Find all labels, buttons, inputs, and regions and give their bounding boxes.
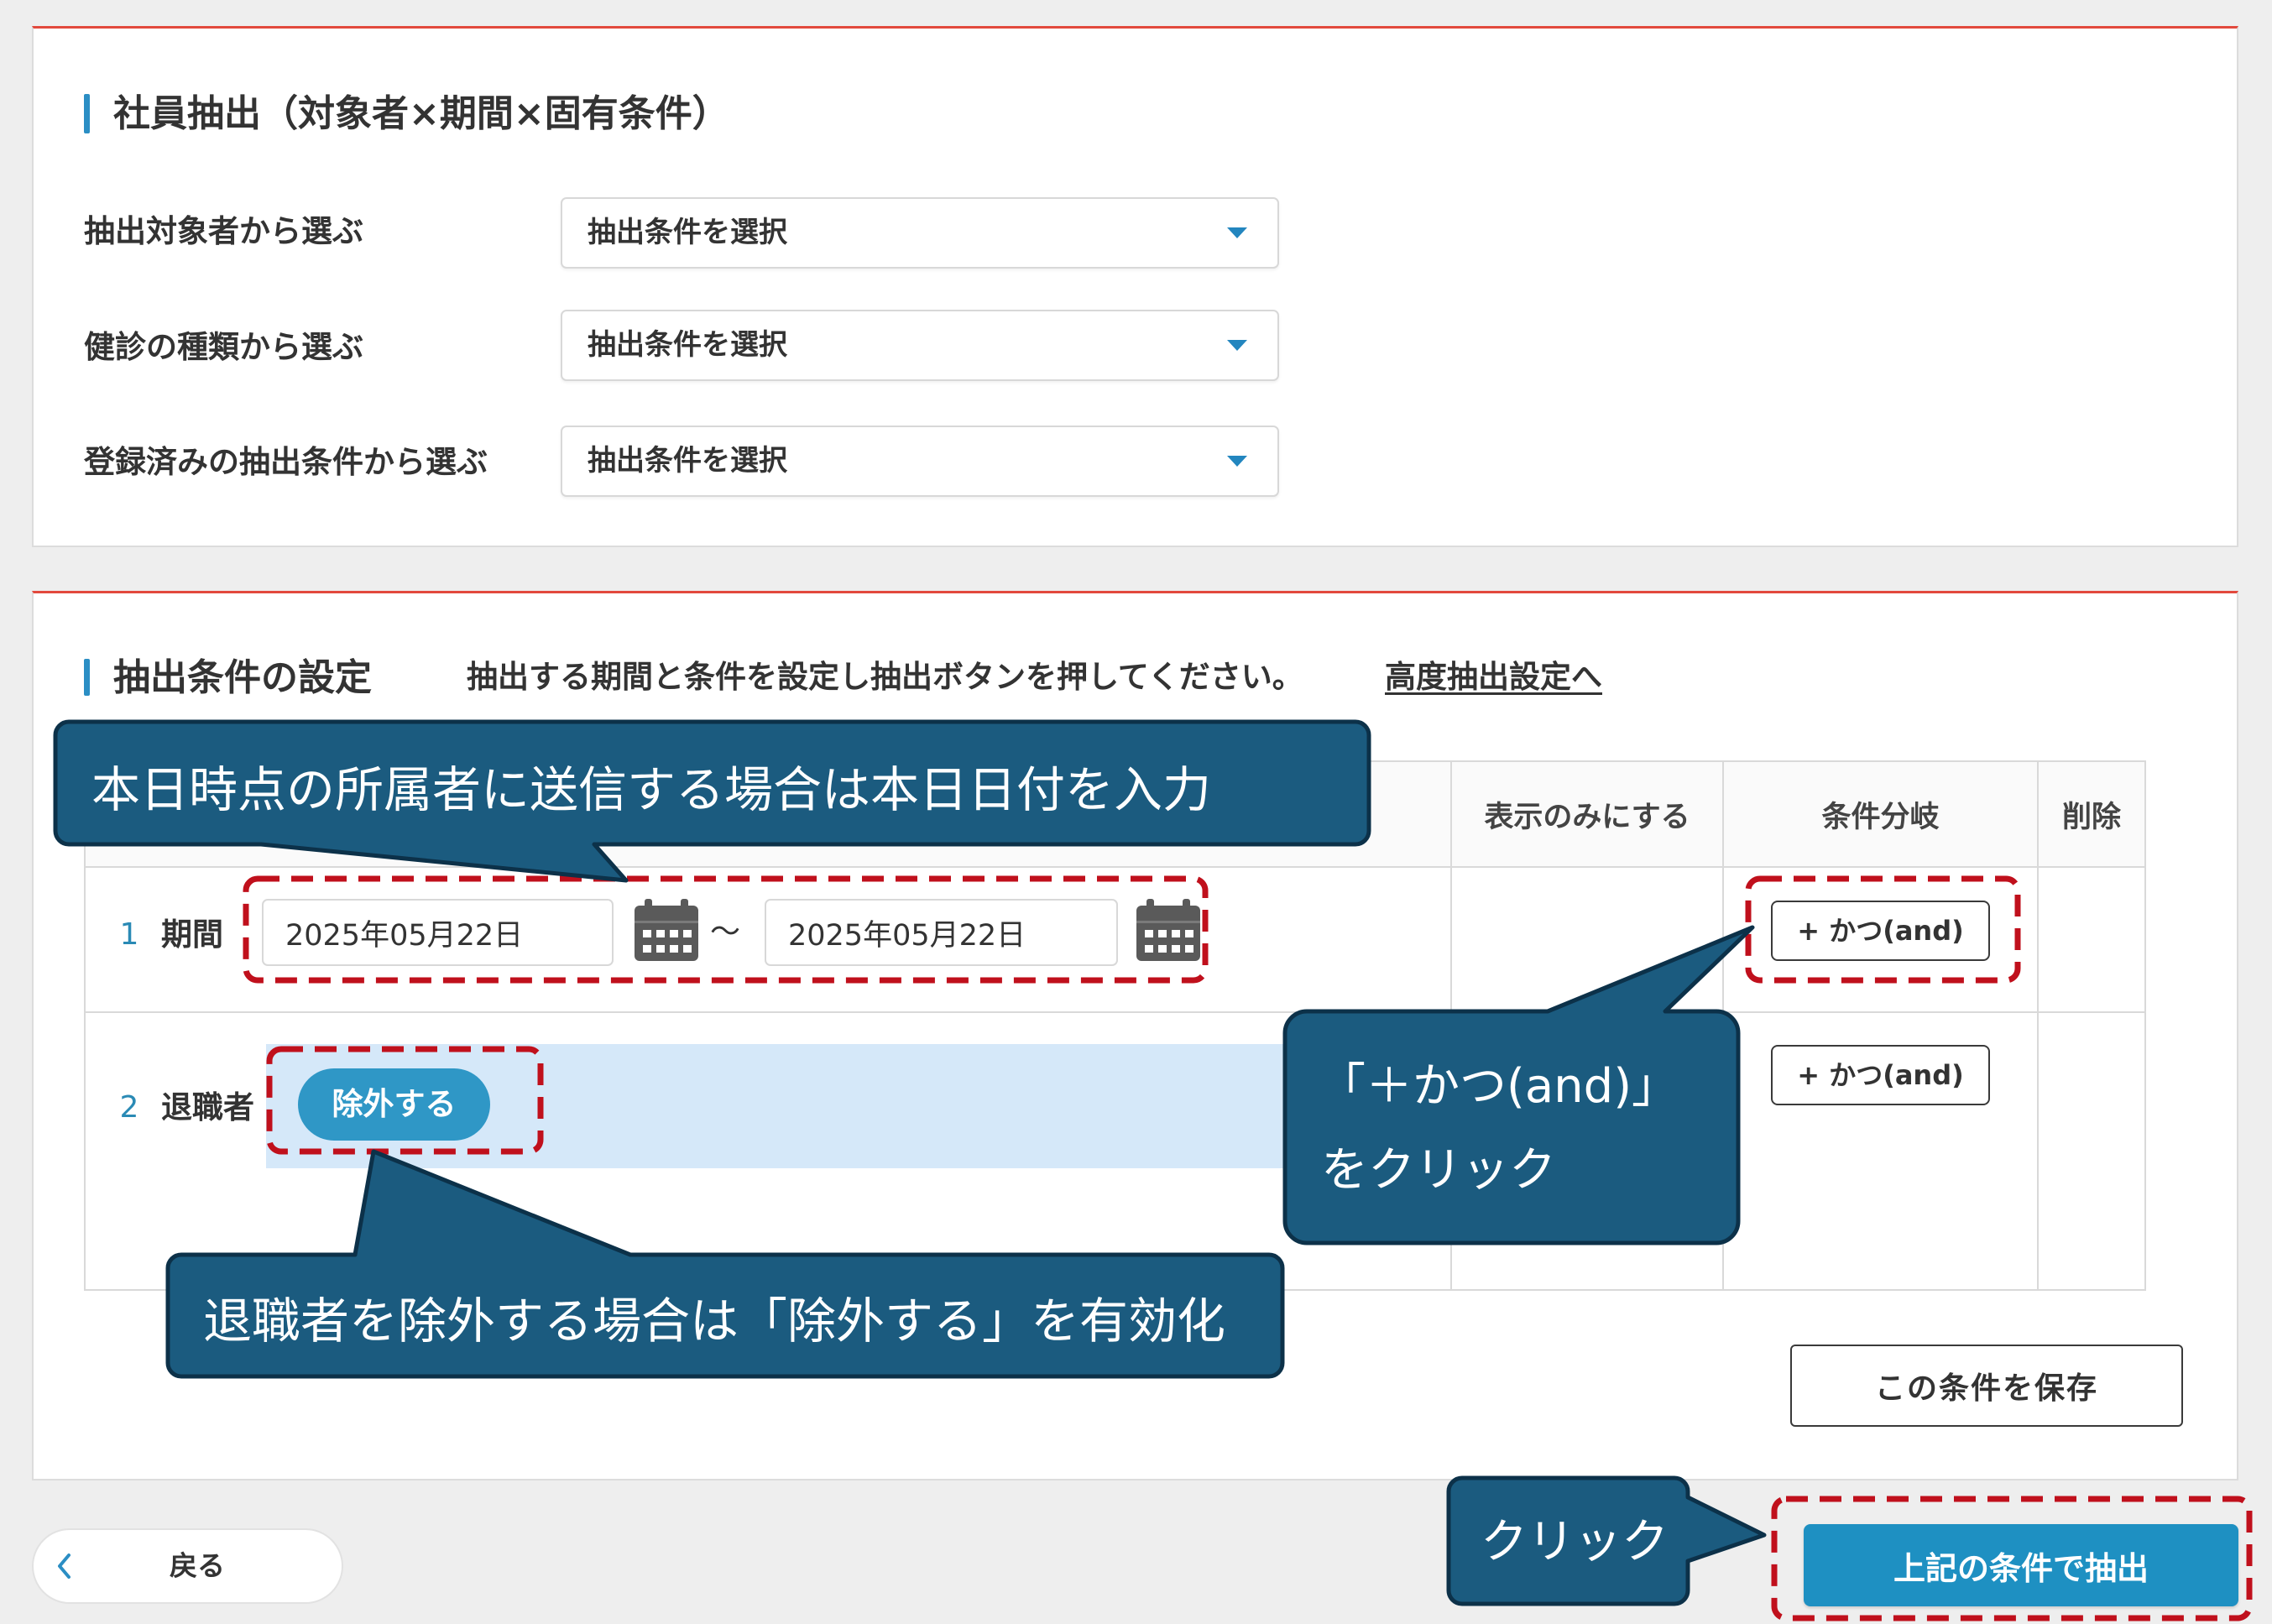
branch-cell: + かつ(and) (1722, 866, 2039, 1013)
delete-cell (2037, 1011, 2146, 1291)
page: 社員抽出（対象者×期間×固有条件） 抽出対象者から選ぶ 抽出条件を選択 健診の種… (0, 0, 2272, 1624)
conditions-table: 表示のみにする 条件分岐 削除 1 期間 2025年05月22日 〜 2025年… (84, 760, 2146, 1291)
row-label: 期間 (161, 916, 223, 953)
select-value: 抽出条件を選択 (588, 444, 787, 478)
caret-down-icon (1227, 456, 1247, 467)
condition-cell: 1 期間 2025年05月22日 〜 2025年05月22日 (84, 866, 1452, 1013)
col-header-delete: 削除 (2037, 760, 2146, 868)
row-label: 退職者 (161, 1089, 254, 1125)
range-separator: 〜 (709, 915, 740, 949)
select-value: 抽出条件を選択 (588, 216, 787, 249)
table-header-row: 表示のみにする 条件分岐 削除 (84, 760, 2146, 868)
title-accent-bar (84, 659, 90, 696)
back-button[interactable]: 戻る (32, 1528, 343, 1604)
calendar-icon[interactable] (1135, 899, 1202, 963)
col-header-display-only: 表示のみにする (1450, 760, 1724, 868)
exclude-toggle[interactable]: 除外する (298, 1068, 490, 1141)
col-header-condition (84, 760, 1452, 868)
save-condition-button[interactable]: この条件を保存 (1790, 1345, 2183, 1427)
employee-extraction-title: 社員抽出（対象者×期間×固有条件） (113, 92, 729, 135)
table-row: 1 期間 2025年05月22日 〜 2025年05月22日 + かつ(and) (84, 866, 2146, 1013)
row-number: 1 (119, 917, 139, 952)
condition-settings-title: 抽出条件の設定 (113, 656, 372, 699)
condition-cell: 2 退職者 除外する (84, 1011, 1452, 1291)
col-header-branch: 条件分岐 (1722, 760, 2039, 868)
calendar-icon-graphic (635, 899, 698, 961)
branch-cell: + かつ(and) (1722, 1011, 2039, 1291)
advanced-settings-link[interactable]: 高度抽出設定へ (1385, 658, 1602, 697)
caret-down-icon (1227, 227, 1247, 238)
retiree-option-area: 除外する (266, 1044, 1452, 1168)
saved-condition-select[interactable]: 抽出条件を選択 (561, 426, 1279, 497)
calendar-icon-graphic (1136, 899, 1200, 961)
select-value: 抽出条件を選択 (588, 328, 787, 362)
saved-condition-select-label: 登録済みの抽出条件から選ぶ (84, 444, 488, 480)
calendar-icon[interactable] (633, 899, 700, 963)
back-button-label: 戻る (170, 1549, 225, 1582)
condition-settings-description: 抽出する期間と条件を設定し抽出ボタンを押してください。 (467, 659, 1303, 695)
row-number: 2 (119, 1090, 139, 1125)
date-from-input[interactable] (262, 899, 614, 966)
display-only-cell (1450, 866, 1724, 1013)
add-and-condition-button[interactable]: + かつ(and) (1771, 1045, 1990, 1105)
target-select[interactable]: 抽出条件を選択 (561, 197, 1279, 269)
caret-down-icon (1227, 340, 1247, 351)
delete-cell (2037, 866, 2146, 1013)
callout-extract-hint-text: クリック (1481, 1515, 1669, 1569)
checkup-type-select-label: 健診の種類から選ぶ (84, 329, 363, 365)
table-row: 2 退職者 除外する + かつ(and) (84, 1011, 2146, 1291)
date-to-input[interactable] (765, 899, 1118, 966)
chevron-left-icon (58, 1554, 71, 1579)
checkup-type-select[interactable]: 抽出条件を選択 (561, 310, 1279, 381)
title-accent-bar (84, 94, 90, 133)
add-and-condition-button[interactable]: + かつ(and) (1771, 901, 1990, 961)
callout-extract-hint (1446, 1475, 1767, 1606)
display-only-cell (1450, 1011, 1724, 1291)
target-select-label: 抽出対象者から選ぶ (84, 213, 363, 249)
extract-button[interactable]: 上記の条件で抽出 (1804, 1524, 2238, 1606)
